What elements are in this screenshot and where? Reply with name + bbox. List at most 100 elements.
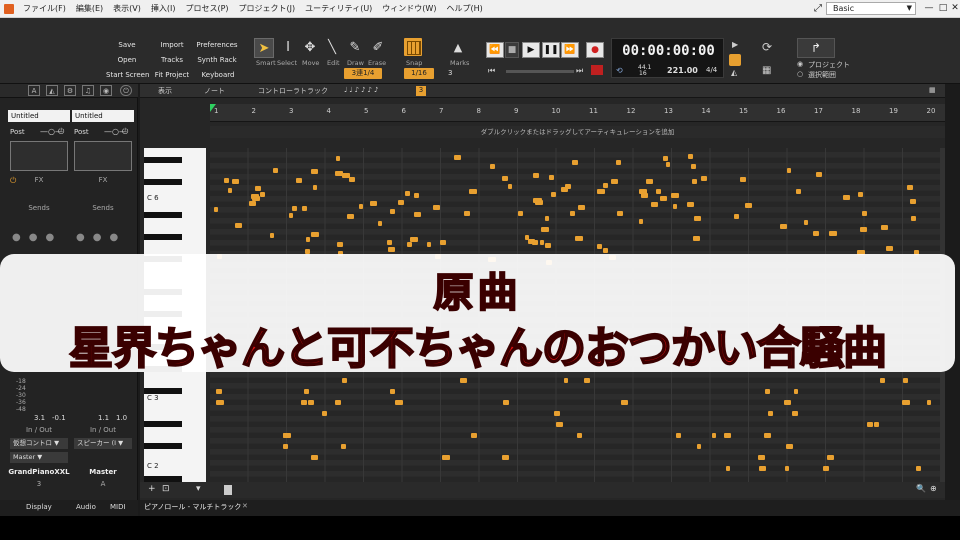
midi-note[interactable] [387,240,393,245]
draw-tool-icon[interactable]: ✎ [345,38,365,58]
record-mode-icon[interactable] [591,65,603,75]
go-to-start-icon[interactable]: ⏮ [488,66,495,76]
zoom-in-icon[interactable]: ⊕ [930,484,937,493]
midi-note[interactable] [785,444,793,449]
midi-note[interactable] [468,189,477,194]
midi-note[interactable] [906,185,913,190]
midi-note[interactable] [405,191,411,196]
midi-note[interactable] [378,221,383,226]
midi-note[interactable] [765,389,771,394]
midi-note[interactable] [911,216,917,221]
menu-insert[interactable]: 挿入(I) [146,3,181,14]
fit-icon[interactable]: ⊡ [162,484,170,494]
midi-note[interactable] [880,378,886,383]
midi-note[interactable] [603,183,609,188]
midi-note[interactable] [660,196,668,201]
midi-note[interactable] [524,235,529,240]
close-button[interactable]: ✕ [948,2,960,15]
marks-icon[interactable]: ▲ [448,38,468,58]
midi-note[interactable] [440,240,447,245]
midi-note[interactable] [616,160,622,165]
midi-note[interactable] [693,216,701,221]
midi-note[interactable] [335,400,342,405]
midi-note[interactable] [688,154,694,159]
midi-note[interactable] [578,205,586,210]
midi-note[interactable] [395,400,403,405]
midi-note[interactable] [250,194,259,199]
edit-tool-icon[interactable]: ╲ [322,38,342,58]
menu-file[interactable]: ファイル(F) [18,3,71,14]
screenset-icon[interactable]: ▦ [762,65,771,76]
black-key[interactable] [144,212,182,218]
midi-note[interactable] [692,236,700,241]
midi-note[interactable] [902,378,908,383]
midi-note[interactable] [656,189,662,194]
input-select[interactable]: 仮想コントロ ▼ [10,438,68,449]
midi-note[interactable] [533,173,540,178]
black-key[interactable] [144,157,182,163]
menu-view-pr[interactable]: 表示 [158,86,172,96]
time-display[interactable]: 00:00:00:00 ⟲ 44.1 16 221.00 4/4 [611,38,724,78]
midi-note[interactable] [442,455,451,460]
knob-icons[interactable]: ●●● [76,232,126,243]
midi-note[interactable] [288,213,293,218]
note-duration-icons[interactable]: ♩♩♪♪♪♪ [344,86,380,94]
midi-note[interactable] [867,422,874,427]
midi-note[interactable] [638,189,647,194]
midi-note[interactable] [369,201,377,206]
midi-note[interactable] [283,433,292,438]
midi-note[interactable] [464,211,471,216]
midi-note[interactable] [673,204,678,209]
start-screen-button[interactable]: Start Screen [106,69,149,81]
midi-note[interactable] [572,160,579,165]
tab-audio[interactable]: Audio [76,503,96,511]
stop-button[interactable]: ■ [505,42,519,58]
erase-tool-icon[interactable]: ✐ [368,38,388,58]
menu-utilities[interactable]: ユーティリティ(U) [300,3,377,14]
midi-note[interactable] [584,378,590,383]
midi-note[interactable] [686,202,694,207]
midi-note[interactable] [795,189,801,194]
pause-button[interactable]: ❚❚ [542,42,560,58]
midi-note[interactable] [690,164,696,169]
midi-note[interactable] [388,247,396,252]
open-button[interactable]: Open [112,54,142,66]
midi-note[interactable] [540,240,545,245]
midi-note[interactable] [535,198,543,203]
midi-note[interactable] [577,433,583,438]
midi-note[interactable] [555,422,563,427]
midi-note[interactable] [759,466,767,471]
midi-note[interactable] [739,177,746,182]
midi-note[interactable] [336,156,341,161]
midi-note[interactable] [651,202,659,207]
midi-note[interactable] [235,223,243,228]
midi-note[interactable] [842,195,850,200]
midi-note[interactable] [569,211,575,216]
midi-note[interactable] [389,389,395,394]
midi-note[interactable] [564,378,569,383]
midi-note[interactable] [260,192,266,197]
triplet-toggle[interactable]: 3 [416,86,426,96]
loop-toggle-icon[interactable]: ⟳ [762,40,772,54]
play-button[interactable]: ▶ [522,42,540,58]
midi-note[interactable] [389,209,395,214]
strip-name[interactable]: Untitled [8,110,70,122]
midi-note[interactable] [671,193,680,198]
midi-note[interactable] [501,455,509,460]
midi-note[interactable] [216,400,225,405]
midi-note[interactable] [804,220,809,225]
loop-icon[interactable]: ⟲ [616,66,623,75]
midi-note[interactable] [823,466,830,471]
midi-note[interactable] [663,156,669,161]
midi-note[interactable] [273,168,279,173]
midi-note[interactable] [335,171,344,176]
go-to-end-icon[interactable]: ⏭ [576,66,583,76]
midi-note[interactable] [291,206,297,211]
metronome-icon[interactable] [729,54,741,66]
midi-note[interactable] [347,214,355,219]
midi-note[interactable] [733,214,739,219]
midi-note[interactable] [881,225,889,230]
midi-note[interactable] [793,389,798,394]
midi-note[interactable] [696,444,701,449]
save-button[interactable]: Save [112,39,142,51]
